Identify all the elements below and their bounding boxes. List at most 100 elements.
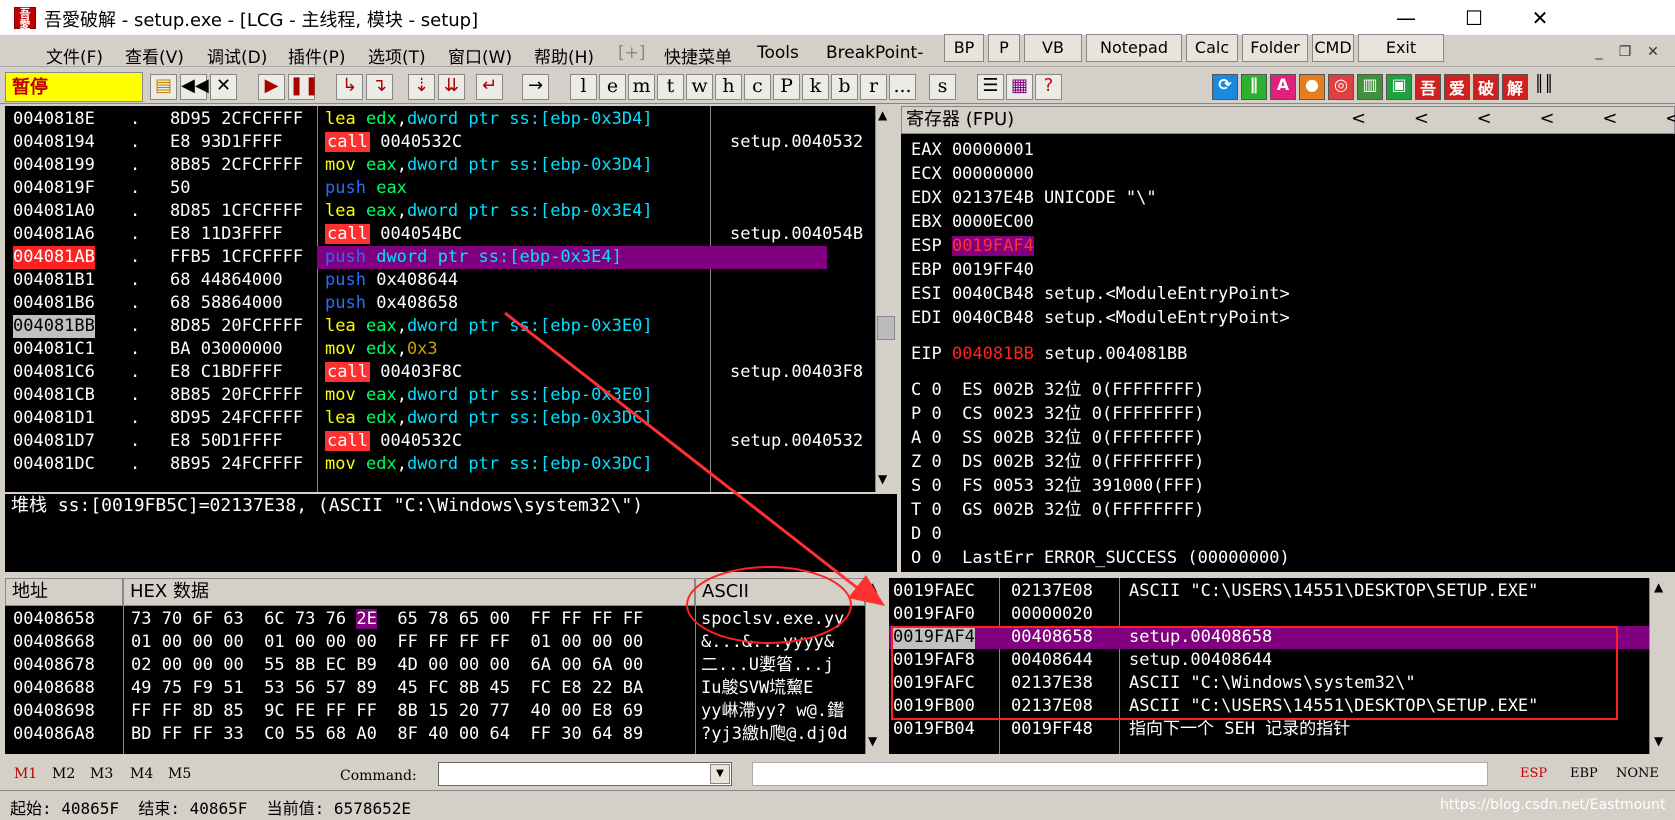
mark-tab-m2[interactable]: M2	[52, 766, 75, 782]
wu-icon[interactable]: 吾	[1415, 74, 1441, 100]
mdi-minimize-icon[interactable]: _	[1588, 44, 1610, 64]
stack-row[interactable]: 0019FAF0 00000020	[889, 603, 1649, 626]
flag-row[interactable]: D 0	[911, 523, 942, 546]
stack-row[interactable]: 0019FAEC 02137E08 ASCII "C:\USERS\14551\DE…	[889, 580, 1649, 603]
minimize-button[interactable]: —	[1376, 2, 1436, 34]
close-process-icon[interactable]: ✕	[210, 74, 237, 100]
stack-row[interactable]: 0019FAF8 00408644 setup.00408644	[889, 649, 1649, 672]
menu-tools[interactable]: Tools	[757, 43, 799, 63]
stack-row[interactable]: 0019FAF4 00408658 setup.00408658	[889, 626, 1649, 649]
disassembly-pane[interactable]: 0040818E. 8D95 2CFCFFFF lea edx,dword ptr …	[5, 106, 875, 492]
trace-into-icon[interactable]: ⇣	[408, 74, 435, 100]
stack-row[interactable]: 0019FAFC 02137E38 ASCII "C:\Windows\system…	[889, 672, 1649, 695]
flag-row[interactable]: T 0 GS 002B 32位 0(FFFFFFFF)	[911, 499, 1204, 522]
list-icon[interactable]: ☰	[977, 74, 1004, 100]
ai-icon[interactable]: 爱	[1444, 74, 1470, 100]
exit-button[interactable]: Exit	[1358, 34, 1444, 62]
stack-scrollbar[interactable]: ▲ ▼	[1649, 578, 1675, 754]
pause-icon[interactable]: ❚❚	[288, 74, 319, 100]
close-button[interactable]: ✕	[1510, 2, 1570, 34]
dump-row[interactable]: 00408678 02 00 00 00 55 8B EC B9 4D 00 00…	[5, 654, 865, 677]
mark-tab-m3[interactable]: M3	[90, 766, 113, 782]
flag-row[interactable]: Z 0 DS 002B 32位 0(FFFFFFFF)	[911, 451, 1204, 474]
toolbar-c-button[interactable]: c	[744, 74, 771, 100]
reg-esi[interactable]: ESI 0040CB48 setup.<ModuleEntryPoint>	[911, 283, 1290, 306]
flag-row[interactable]: P 0 CS 0023 32位 0(FFFFFFFF)	[911, 403, 1204, 426]
register-nav-arrows[interactable]: < < < < < <	[1351, 108, 1675, 129]
dump-header-hex[interactable]: HEX 数据	[123, 578, 695, 606]
reg-eip[interactable]: EIP 004081BB setup.004081BB	[911, 343, 1187, 366]
step-over-icon[interactable]: ↴	[366, 74, 393, 100]
dump-row[interactable]: 004086A8 BD FF FF 33 C0 55 68 A0 8F 40 00…	[5, 723, 865, 746]
rewind-icon[interactable]: ◀◀	[180, 74, 209, 100]
disasm-row[interactable]: 004081B1. 68 44864000 push 0x408644	[5, 269, 875, 292]
p-button[interactable]: P	[988, 34, 1020, 62]
po-icon[interactable]: 破	[1473, 74, 1499, 100]
refresh-icon[interactable]: ⟳	[1212, 74, 1238, 100]
dump-scrollbar[interactable]: ▲ ▼	[865, 578, 887, 754]
toolbar-t-button[interactable]: t	[657, 74, 684, 100]
record-icon[interactable]: ●	[1299, 74, 1325, 100]
reg-esp[interactable]: ESP 0019FAF4	[911, 235, 1034, 258]
toolbar-k-button[interactable]: k	[802, 74, 829, 100]
cmd-button[interactable]: CMD	[1312, 34, 1354, 62]
dump-header-address[interactable]: 地址	[5, 578, 123, 606]
command-dropdown-icon[interactable]: ▼	[710, 764, 730, 784]
disasm-row[interactable]: 004081D1. 8D95 24FCFFFF lea edx,dword ptr …	[5, 407, 875, 430]
disasm-row[interactable]: 004081D7. E8 50D1FFFF call 0040532C setup.0…	[5, 430, 875, 453]
menu-options[interactable]: 选项(T)	[368, 43, 426, 68]
disasm-row[interactable]: 004081B6. 68 58864000 push 0x408658	[5, 292, 875, 315]
monitor-icon[interactable]: ▣	[1386, 74, 1412, 100]
mark-tab-m5[interactable]: M5	[168, 766, 191, 782]
reg-ebx[interactable]: EBX 0000EC00	[911, 211, 1034, 234]
disasm-row[interactable]: 004081DC. 8B95 24FCFFFF mov edx,dword ptr …	[5, 453, 875, 476]
stack-none-tab[interactable]: NONE	[1616, 766, 1659, 781]
menu-debug[interactable]: 调试(D)	[207, 43, 267, 68]
flag-row[interactable]: O 0 LastErr ERROR_SUCCESS (00000000)	[911, 547, 1290, 570]
step-into-icon[interactable]: ↳	[336, 74, 363, 100]
reg-edi[interactable]: EDI 0040CB48 setup.<ModuleEntryPoint>	[911, 307, 1290, 330]
stack-row[interactable]: 0019FB04 0019FF48 指向下一个 SEH 记录的指针	[889, 718, 1649, 741]
goto-icon[interactable]: →	[522, 74, 549, 100]
trace-over-icon[interactable]: ⇊	[438, 74, 465, 100]
run-icon[interactable]: ▶	[258, 74, 285, 100]
folder-button[interactable]: Folder	[1242, 34, 1308, 62]
bp-button[interactable]: BP	[944, 34, 984, 62]
calc-button[interactable]: Calc	[1186, 34, 1238, 62]
reg-eax[interactable]: EAX 00000001	[911, 139, 1034, 162]
toolbar-p-button[interactable]: P	[773, 74, 800, 100]
toolbar-s-button[interactable]: s	[929, 74, 956, 100]
reg-ecx[interactable]: ECX 00000000	[911, 163, 1034, 186]
menu-help[interactable]: 帮助(H)	[534, 43, 594, 68]
disasm-row[interactable]: 004081BB. 8D85 20FCFFFF lea eax,dword ptr …	[5, 315, 875, 338]
disasm-row[interactable]: 00408199. 8B85 2CFCFFFF mov eax,dword ptr …	[5, 154, 875, 177]
stack-ebp-tab[interactable]: EBP	[1570, 766, 1598, 781]
dump-row[interactable]: 00408698 FF FF 8D 85 9C FE FF FF 8B 15 20…	[5, 700, 865, 723]
stack-row[interactable]: 0019FB00 02137E08 ASCII "C:\USERS\14551\DE…	[889, 695, 1649, 718]
stack-esp-tab[interactable]: ESP	[1520, 766, 1547, 781]
plugin-a-icon[interactable]: A	[1270, 74, 1296, 100]
toolbar-l-button[interactable]: l	[570, 74, 597, 100]
toolbar-r-button[interactable]: r	[860, 74, 887, 100]
plugin-green-icon[interactable]: ∥	[1241, 74, 1267, 100]
disasm-row[interactable]: 004081C6. E8 C1BDFFFF call 00403F8C setup.0…	[5, 361, 875, 384]
toolbar-h-button[interactable]: h	[715, 74, 742, 100]
stats-icon[interactable]: ▥	[1357, 74, 1383, 100]
menu-shortcuts[interactable]: 快捷菜单	[664, 43, 732, 68]
menu-plus[interactable]: [+]	[618, 43, 646, 63]
execute-till-return-icon[interactable]: ↵	[476, 74, 503, 100]
toolbar-m-button[interactable]: m	[628, 74, 655, 100]
mdi-restore-icon[interactable]: ❐	[1614, 44, 1636, 64]
jie-icon[interactable]: 解	[1502, 74, 1528, 100]
grid-icon[interactable]: ▦	[1006, 74, 1033, 100]
flag-row[interactable]: A 0 SS 002B 32位 0(FFFFFFFF)	[911, 427, 1204, 450]
disasm-row[interactable]: 004081A0. 8D85 1CFCFFFF lea eax,dword ptr …	[5, 200, 875, 223]
reg-edx[interactable]: EDX 02137E4B UNICODE "\"	[911, 187, 1157, 210]
target-icon[interactable]: ◎	[1328, 74, 1354, 100]
menu-plugins[interactable]: 插件(P)	[288, 43, 346, 68]
vb-button[interactable]: VB	[1024, 34, 1082, 62]
toolbar-w-button[interactable]: w	[686, 74, 713, 100]
registers-pane[interactable]: 寄存器 (FPU) < < < < < < EAX 00000001 ECX 0…	[901, 106, 1675, 572]
command-input[interactable]	[438, 762, 732, 786]
menu-view[interactable]: 查看(V)	[125, 43, 184, 68]
